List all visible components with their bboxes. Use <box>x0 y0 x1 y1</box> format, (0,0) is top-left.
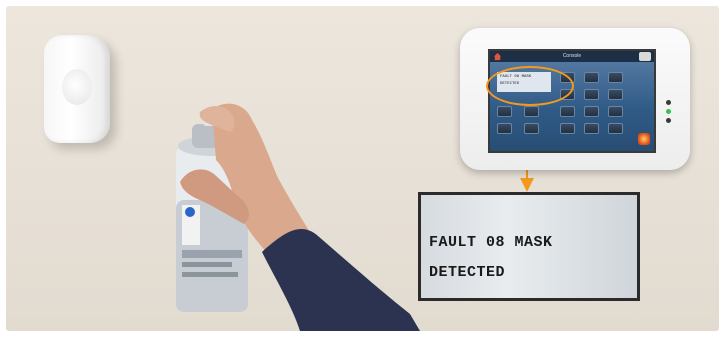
keypad-key[interactable] <box>497 123 512 134</box>
keypad-key[interactable] <box>524 123 539 134</box>
keypad-screen-title: Console <box>562 53 582 59</box>
back-icon[interactable] <box>639 52 651 61</box>
keypad-key[interactable] <box>608 72 623 83</box>
keypad-key[interactable] <box>584 123 599 134</box>
keypad-key[interactable] <box>584 106 599 117</box>
alarm-icon[interactable] <box>638 133 650 145</box>
zoom-line-2: DETECTED <box>429 264 506 281</box>
zoomed-display-screen: FAULT 08 MASK DETECTED <box>421 195 637 298</box>
callout-oval <box>486 66 574 106</box>
keypad-key[interactable] <box>497 106 512 117</box>
keypad-key[interactable] <box>608 123 623 134</box>
status-led <box>666 100 671 105</box>
keypad-key[interactable] <box>560 106 575 117</box>
status-led <box>666 109 671 114</box>
sleeve <box>262 229 420 331</box>
alarm-keypad: Console FAULT 08 MASK DETECTED <box>460 28 690 170</box>
keypad-key[interactable] <box>524 106 539 117</box>
zoom-line-1: FAULT 08 MASK <box>429 234 553 251</box>
status-led <box>666 118 671 123</box>
status-leds <box>666 98 686 128</box>
photo-scene: Console FAULT 08 MASK DETECTED FAULT 08 … <box>0 0 725 337</box>
keypad-key[interactable] <box>608 106 623 117</box>
keypad-key[interactable] <box>608 89 623 100</box>
zoomed-display: FAULT 08 MASK DETECTED <box>418 192 640 301</box>
keypad-key[interactable] <box>584 72 599 83</box>
keypad-key[interactable] <box>584 89 599 100</box>
keypad-top-bar: Console <box>490 51 654 62</box>
keypad-key[interactable] <box>560 123 575 134</box>
